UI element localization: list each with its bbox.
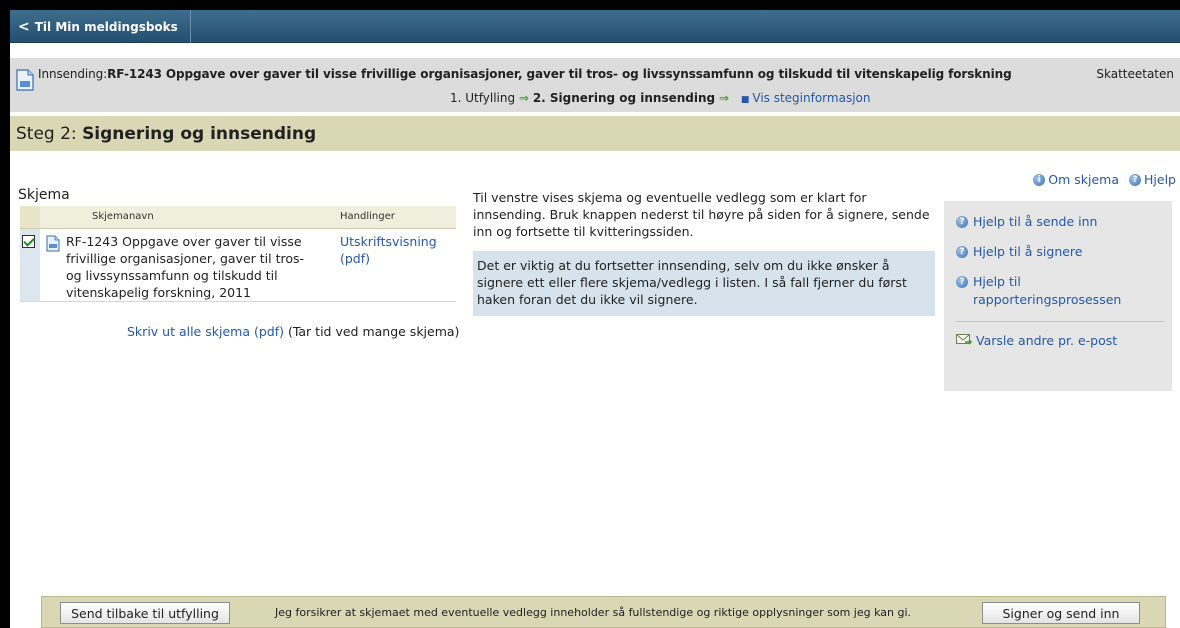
divider [956,321,1164,322]
submission-title: Innsending:RF-1243 Oppgave over gaver ti… [38,67,1012,81]
help-send-link[interactable]: ? Hjelp til å sende inn [956,213,1164,231]
chevron-left-icon: < [18,18,30,35]
notify-email-label: Varsle andre pr. e-post [976,333,1118,348]
submission-prefix: Innsending: [38,67,108,81]
form-name: RF-1243 Oppgave over gaver til visse fri… [66,228,328,302]
column-header-actions: Handlinger [328,206,456,229]
info-note: Det er viktig at du fortsetter innsendin… [473,251,935,316]
step-indicator: 1. Utfylling ⇒ 2. Signering og innsendin… [450,91,870,105]
step-prefix: Steg 2: [16,124,83,144]
page: < Til Min meldingsboks Innsending:RF-124… [10,10,1180,628]
step-1: 1. Utfylling [450,91,516,105]
help-icon: ? [956,276,968,288]
print-all-link[interactable]: Skriv ut alle skjema (pdf) [127,324,284,339]
help-top-links: i Om skjema ? Hjelp [1033,172,1176,187]
help-sign-link[interactable]: ? Hjelp til å signere [956,243,1164,261]
intro-text: Til venstre vises skjema og eventuelle v… [473,190,930,239]
arrow-right-icon: ⇒ [518,91,529,105]
help-icon: ? [956,216,968,228]
top-nav-bar: < Til Min meldingsboks [10,10,1180,43]
help-icon: ? [1129,173,1142,186]
about-form-label: Om skjema [1048,172,1120,187]
bottom-action-bar: Send tilbake til utfylling Jeg forsikrer… [41,596,1166,628]
help-reporting-label: Hjelp til rapporteringsprosessen [973,274,1122,307]
step-name: Signering og innsending [82,124,317,144]
back-link-label: Til Min meldingsboks [34,19,178,34]
step-2-current: 2. Signering og innsending [532,91,716,105]
skjema-heading: Skjema [18,187,70,203]
print-view-link[interactable]: Utskriftsvisning (pdf) [328,228,456,302]
print-all-note: (Tar tid ved mange skjema) [283,324,460,339]
document-icon [46,235,60,251]
help-send-label: Hjelp til å sende inn [973,214,1098,229]
agency-name: Skatteetaten [1096,67,1174,81]
table-header: Skjemanavn Handlinger [20,206,456,229]
notify-email-link[interactable]: Varsle andre pr. e-post [956,332,1164,350]
row-icon-cell [40,228,66,302]
back-to-inbox-link[interactable]: < Til Min meldingsboks [10,10,191,43]
info-icon: i [1033,173,1046,186]
about-form-link[interactable]: i Om skjema [1033,172,1119,187]
row-check-cell [20,228,40,302]
send-back-button[interactable]: Send tilbake til utfylling [60,602,230,624]
sign-checkbox[interactable] [22,234,35,248]
submission-header: Innsending:RF-1243 Oppgave over gaver ti… [10,58,1180,112]
help-reporting-link[interactable]: ? Hjelp til rapporteringsprosessen [956,273,1164,309]
header-check-cell [20,206,40,229]
declaration-text: Jeg forsikrer at skjemaet med eventuelle… [275,606,912,619]
help-label: Hjelp [1144,172,1176,187]
show-step-info-link[interactable]: Vis steginformasjon [752,91,870,105]
submission-form-name: RF-1243 Oppgave over gaver til visse fri… [107,67,1012,81]
print-all-line: Skriv ut alle skjema (pdf) (Tar tid ved … [127,324,459,339]
step-title-band: Steg 2: Signering og innsending [10,116,1180,151]
help-link[interactable]: ? Hjelp [1129,172,1176,187]
table-row: RF-1243 Oppgave over gaver til visse fri… [20,228,456,302]
sign-and-send-button[interactable]: Signer og send inn [982,602,1140,624]
column-header-name: Skjemanavn [40,206,328,229]
arrow-right-icon: ⇒ [718,91,730,105]
bullet-icon: ■ [740,95,750,105]
help-sign-label: Hjelp til å signere [973,244,1083,259]
page-title: Steg 2: Signering og innsending [16,124,316,144]
skjema-table: Skjemanavn Handlinger RF-1243 Oppgave ov… [20,206,456,302]
help-icon: ? [956,246,968,258]
help-panel: ? Hjelp til å sende inn ? Hjelp til å sign… [944,201,1172,391]
document-icon [16,69,34,91]
mail-icon [956,334,972,345]
